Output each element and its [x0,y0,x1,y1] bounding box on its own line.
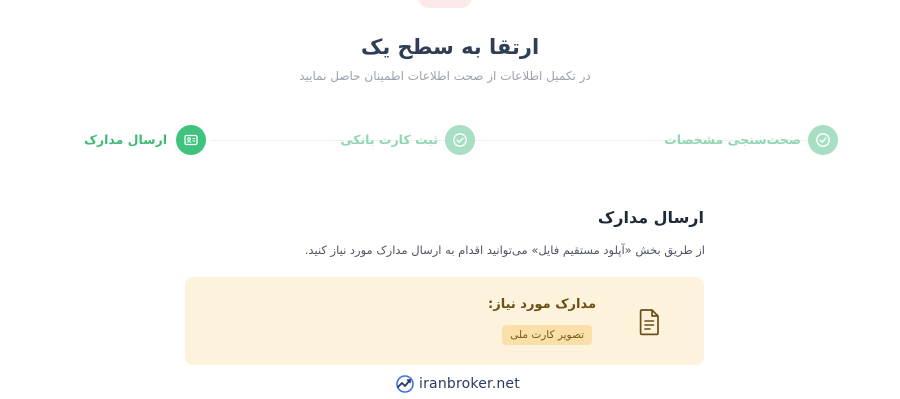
id-card-icon [184,134,198,146]
check-circle-icon [453,133,467,147]
step-2-circle[interactable] [445,125,475,155]
page-subtitle: در تکمیل اطلاعات از صحت اطلاعات اطمینان … [299,69,591,83]
step-3-label: ارسال مدارک [84,132,167,147]
required-documents-heading: مدارک مورد نیاز: [488,297,596,312]
page-title: ارتقا به سطح یک [360,35,540,59]
section-description: از طریق بخش «آپلود مستقیم فایل» می‌توانی… [304,243,705,257]
top-decoration [418,0,472,8]
brand-text: iranbroker.net [419,376,520,392]
step-1-label: صحت‌سنجی مشخصات [664,132,801,147]
document-chip-national-id: تصویر کارت ملی [502,325,592,345]
section-title: ارسال مدارک [597,208,704,227]
step-2-label: ثبت کارت بانکی [340,132,438,147]
chart-logo-icon [396,375,414,393]
document-icon [639,309,659,336]
step-1-circle[interactable] [808,125,838,155]
footer-brand[interactable]: iranbroker.net [395,374,520,394]
step-3-circle[interactable] [176,125,206,155]
check-circle-icon [816,133,830,147]
required-documents-card: مدارک مورد نیاز: تصویر کارت ملی [185,277,704,365]
